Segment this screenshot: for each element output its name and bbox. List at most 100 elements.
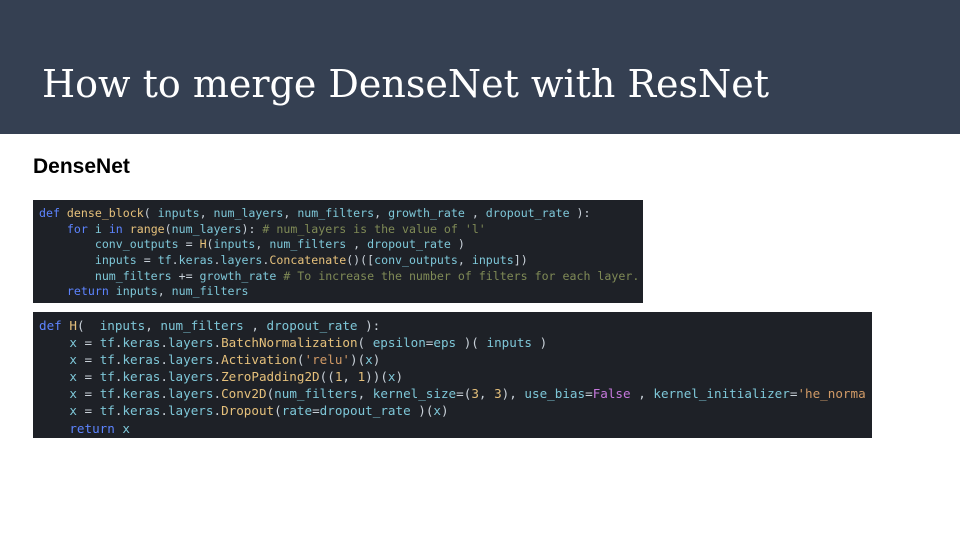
code-token-punctuation: . (213, 352, 222, 368)
code-token-punctuation: )( (410, 403, 434, 419)
code-token-punctuation: . (160, 386, 168, 402)
code-token-identifier: use_bias (524, 386, 586, 402)
code-token-identifier: keras (122, 403, 161, 419)
code-token-punctuation: ): (357, 318, 381, 333)
code-token-identifier: num_filters (94, 268, 172, 283)
code-token-punctuation: . (160, 352, 168, 368)
code-token-punctuation: = (585, 386, 593, 402)
code-token-punctuation (39, 284, 67, 298)
code-line: return x (39, 420, 872, 437)
code-token-punctuation: . (213, 369, 222, 385)
code-token-punctuation (39, 222, 67, 236)
code-token-number-literal: 3 (494, 386, 502, 402)
code-token-identifier: num_filters (274, 386, 358, 402)
code-token-punctuation: . (213, 403, 222, 419)
code-token-identifier: num_layers (213, 206, 284, 220)
code-token-identifier: keras (122, 369, 161, 385)
code-token-identifier: num_filters (269, 237, 347, 252)
code-token-identifier: inputs (471, 253, 514, 268)
code-token-punctuation: , (283, 206, 298, 220)
code-token-punctuation: ( (357, 335, 373, 351)
code-block-h-function: def H( inputs, num_filters , dropout_rat… (33, 312, 872, 438)
code-token-punctuation: . (160, 335, 168, 351)
code-token-punctuation: . (213, 335, 222, 351)
code-token-punctuation (39, 386, 69, 401)
code-token-function-name: H (199, 237, 207, 252)
code-token-identifier: inputs (486, 335, 532, 351)
code-token-identifier: inputs (94, 253, 137, 268)
code-block-dense-block: def dense_block( inputs, num_layers, num… (33, 200, 643, 303)
code-token-identifier: tf (99, 403, 115, 419)
code-token-identifier: i (94, 221, 109, 236)
code-token-keyword: return (69, 420, 123, 436)
code-token-punctuation: ( (164, 221, 172, 236)
code-token-identifier: rate (281, 403, 313, 419)
code-token-keyword: return (66, 284, 116, 299)
code-token-function-name: Conv2D (221, 386, 267, 402)
code-token-punctuation: ) (372, 352, 381, 368)
code-token-punctuation: . (160, 369, 168, 385)
code-token-punctuation: ): (569, 206, 591, 220)
slide-header: How to merge DenseNet with ResNet (0, 0, 960, 134)
code-token-identifier: x (433, 403, 442, 419)
code-line: for i in range(num_layers): # num_layers… (39, 222, 643, 238)
code-token-identifier: num_filters (160, 318, 244, 333)
code-token-comment: # num_layers is the value of 'l' (262, 221, 486, 236)
code-token-punctuation: . (213, 386, 222, 402)
slide-title: How to merge DenseNet with ResNet (42, 62, 770, 106)
code-token-punctuation: )( (456, 335, 487, 351)
code-token-punctuation (39, 369, 69, 384)
code-token-punctuation (39, 269, 95, 283)
code-token-function-name: range (129, 221, 165, 236)
code-token-identifier: x (365, 352, 373, 368)
code-line: x = tf.keras.layers.BatchNormalization( … (39, 334, 872, 351)
code-token-punctuation: ): (241, 221, 263, 236)
code-token-punctuation: = (312, 403, 320, 419)
code-token-identifier: layers (167, 386, 214, 402)
code-token-identifier: x (69, 386, 77, 402)
code-token-punctuation: , (346, 237, 368, 252)
code-token-identifier: conv_outputs (374, 253, 458, 268)
code-token-punctuation: , (199, 206, 214, 220)
code-token-punctuation (39, 421, 69, 436)
code-token-identifier: kernel_size (372, 386, 457, 402)
code-token-punctuation: , (478, 386, 495, 402)
code-token-punctuation: = (76, 369, 100, 385)
code-token-punctuation: ( (206, 237, 214, 252)
code-token-identifier: keras (122, 352, 161, 368)
code-token-punctuation: = (178, 237, 200, 252)
code-token-identifier: x (69, 352, 77, 368)
code-token-keyword: def (39, 318, 70, 333)
code-token-identifier: keras (178, 253, 214, 268)
code-token-constant: False (592, 386, 631, 402)
code-token-identifier: x (387, 369, 396, 385)
code-line: inputs = tf.keras.layers.Concatenate()([… (39, 253, 643, 269)
code-token-punctuation: = (76, 335, 100, 351)
code-token-identifier: dropout_rate (266, 318, 358, 333)
code-line: return inputs, num_filters (39, 284, 643, 300)
code-token-identifier: eps (433, 335, 457, 351)
code-token-punctuation: , (243, 318, 267, 333)
code-token-identifier: kernel_initializer (653, 386, 790, 402)
code-token-punctuation: ( (143, 206, 158, 220)
code-token-punctuation: (( (319, 369, 335, 385)
code-token-identifier: dropout_rate (485, 206, 570, 220)
code-token-punctuation: += (171, 268, 200, 283)
code-line: x = tf.keras.layers.ZeroPadding2D((1, 1)… (39, 368, 872, 385)
code-token-keyword: def (39, 206, 67, 220)
code-token-punctuation: ]) (513, 253, 528, 268)
code-token-punctuation: , (157, 284, 172, 299)
code-token-punctuation: , (357, 386, 373, 402)
code-token-function-name: dense_block (66, 206, 144, 220)
code-token-punctuation: , (374, 206, 389, 220)
code-token-identifier: inputs (99, 318, 146, 333)
code-token-function-name: Concatenate (269, 253, 347, 268)
code-token-punctuation (39, 352, 69, 367)
code-token-function-name: ZeroPadding2D (221, 369, 320, 385)
code-token-identifier: inputs (213, 237, 256, 252)
code-token-identifier: epsilon (372, 335, 426, 351)
code-token-identifier: layers (167, 403, 214, 419)
code-token-punctuation: , (342, 369, 358, 385)
code-token-punctuation: ()([ (346, 253, 375, 268)
code-token-identifier: layers (220, 253, 263, 268)
